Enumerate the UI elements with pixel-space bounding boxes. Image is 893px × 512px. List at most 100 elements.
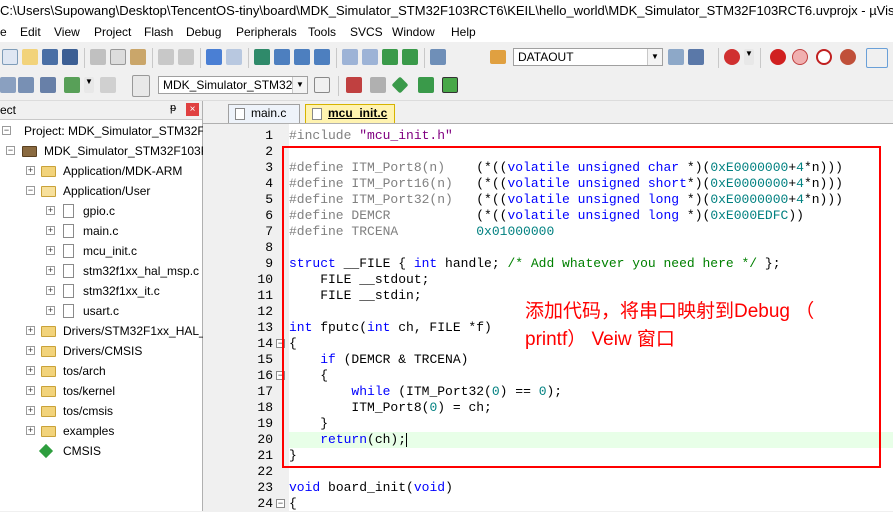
tree-item-component[interactable]: CMSIS — [0, 441, 202, 461]
menu-help[interactable]: Help — [451, 25, 476, 39]
batch-dropdown-icon[interactable]: ▼ — [84, 77, 94, 93]
find-in-files-icon[interactable] — [430, 49, 446, 65]
debug-session-icon[interactable] — [724, 49, 740, 65]
find-combo[interactable]: DATAOUT ▼ — [513, 48, 663, 66]
undo-icon[interactable] — [158, 49, 174, 65]
batch-build-icon[interactable] — [64, 77, 80, 93]
redo-icon[interactable] — [178, 49, 194, 65]
unindent-icon[interactable] — [362, 49, 378, 65]
build-icon[interactable] — [18, 77, 34, 93]
tree-item-target[interactable]: − MDK_Simulator_STM32F103RC — [0, 141, 218, 161]
tree-item-group[interactable]: + examples — [0, 421, 202, 441]
uncomment-icon[interactable] — [402, 49, 418, 65]
expand-toggle-icon[interactable]: + — [46, 286, 55, 295]
tree-item-file[interactable]: + usart.c — [0, 301, 202, 321]
disable-all-breakpoints-icon[interactable] — [840, 49, 856, 65]
menu-project[interactable]: Project — [94, 25, 131, 39]
debug-dropdown-icon[interactable]: ▼ — [744, 49, 754, 65]
save-icon[interactable] — [42, 49, 58, 65]
tree-item-group[interactable]: − Application/User — [0, 181, 202, 201]
expand-toggle-icon[interactable]: + — [46, 266, 55, 275]
collapse-toggle-icon[interactable]: − — [6, 146, 15, 155]
tree-item-group[interactable]: + tos/arch — [0, 361, 202, 381]
tree-item-group[interactable]: + tos/kernel — [0, 381, 202, 401]
tree-item-file[interactable]: + stm32f1xx_it.c — [0, 281, 202, 301]
translate-icon[interactable] — [0, 77, 16, 93]
chevron-down-icon[interactable]: ▼ — [647, 49, 662, 65]
tree-item-file[interactable]: + gpio.c — [0, 201, 202, 221]
tree-item-group[interactable]: + Drivers/CMSIS — [0, 341, 202, 361]
menu-svcs[interactable]: SVCS — [350, 25, 383, 39]
breakpoint-icon[interactable] — [770, 49, 786, 65]
tree-item-project[interactable]: − Project: MDK_Simulator_STM32F1 — [0, 121, 211, 141]
prev-bookmark-icon[interactable] — [274, 49, 290, 65]
pin-icon[interactable]: ᵽ — [170, 102, 176, 114]
expand-toggle-icon[interactable]: + — [26, 326, 35, 335]
menu-tools[interactable]: Tools — [308, 25, 336, 39]
options-for-target-icon[interactable] — [314, 77, 330, 93]
window-layout-icon[interactable] — [866, 48, 888, 68]
tab-main-c[interactable]: main.c — [228, 104, 300, 123]
menu-flash[interactable]: Flash — [144, 25, 173, 39]
open-file-icon[interactable] — [22, 49, 38, 65]
expand-toggle-icon[interactable]: + — [26, 386, 35, 395]
tree-item-file[interactable]: + stm32f1xx_hal_msp.c — [0, 261, 202, 281]
code-line[interactable]: #include "mcu_init.h" — [289, 128, 893, 144]
new-file-icon[interactable] — [2, 49, 18, 65]
run-time-environment-icon[interactable] — [442, 77, 458, 93]
expand-toggle-icon[interactable]: + — [46, 226, 55, 235]
next-bookmark-icon[interactable] — [294, 49, 310, 65]
expand-toggle-icon[interactable]: + — [26, 166, 35, 175]
menu-file[interactable]: e — [0, 25, 7, 39]
nav-back-icon[interactable] — [206, 49, 222, 65]
expand-toggle-icon[interactable]: + — [26, 346, 35, 355]
expand-toggle-icon[interactable]: + — [26, 426, 35, 435]
pack-installer-icon[interactable] — [391, 76, 409, 94]
browse-icon[interactable] — [688, 49, 704, 65]
menu-window[interactable]: Window — [392, 25, 435, 39]
expand-toggle-icon[interactable]: + — [26, 366, 35, 375]
save-all-icon[interactable] — [62, 49, 78, 65]
tree-item-group[interactable]: + Drivers/STM32F1xx_HAL_D — [0, 321, 214, 341]
tree-item-file[interactable]: + main.c — [0, 221, 202, 241]
expand-toggle-icon[interactable]: + — [46, 206, 55, 215]
expand-toggle-icon[interactable]: + — [46, 306, 55, 315]
incremental-find-icon[interactable] — [668, 49, 684, 65]
comment-icon[interactable] — [382, 49, 398, 65]
code-line[interactable]: void board_init(void) — [289, 480, 893, 496]
stop-build-icon[interactable] — [100, 77, 116, 93]
tree-item-group[interactable]: + Application/MDK-ARM — [0, 161, 202, 181]
cut-icon[interactable] — [90, 49, 106, 65]
target-combo[interactable]: MDK_Simulator_STM32F1 ▼ — [158, 76, 308, 94]
paste-icon[interactable] — [130, 49, 146, 65]
select-packs-icon[interactable] — [418, 77, 434, 93]
menu-edit[interactable]: Edit — [20, 25, 41, 39]
menu-peripherals[interactable]: Peripherals — [236, 25, 297, 39]
fold-toggle-icon[interactable]: − — [276, 499, 285, 508]
bookmark-icon[interactable] — [254, 49, 270, 65]
code-line[interactable]: { — [289, 496, 893, 512]
collapse-toggle-icon[interactable]: − — [2, 126, 11, 135]
menu-debug[interactable]: Debug — [186, 25, 221, 39]
expand-toggle-icon[interactable]: + — [46, 246, 55, 255]
file-extensions-icon[interactable] — [370, 77, 386, 93]
nav-forward-icon[interactable] — [226, 49, 242, 65]
disable-breakpoint-icon[interactable] — [792, 49, 808, 65]
menu-view[interactable]: View — [54, 25, 80, 39]
rebuild-icon[interactable] — [40, 77, 56, 93]
kill-breakpoints-icon[interactable] — [816, 49, 832, 65]
clear-bookmarks-icon[interactable] — [314, 49, 330, 65]
tree-item-group[interactable]: + tos/cmsis — [0, 401, 202, 421]
close-icon[interactable]: × — [186, 103, 199, 116]
tree-item-file[interactable]: + mcu_init.c — [0, 241, 202, 261]
indent-icon[interactable] — [342, 49, 358, 65]
line-number: 17 — [257, 384, 273, 399]
chevron-down-icon[interactable]: ▼ — [292, 77, 307, 93]
tab-mcu-init-c[interactable]: mcu_init.c — [305, 104, 395, 123]
find-icon[interactable] — [490, 50, 506, 64]
copy-icon[interactable] — [110, 49, 126, 65]
collapse-toggle-icon[interactable]: − — [26, 186, 35, 195]
manage-components-icon[interactable] — [346, 77, 362, 93]
expand-toggle-icon[interactable]: + — [26, 406, 35, 415]
load-icon[interactable] — [132, 75, 150, 97]
